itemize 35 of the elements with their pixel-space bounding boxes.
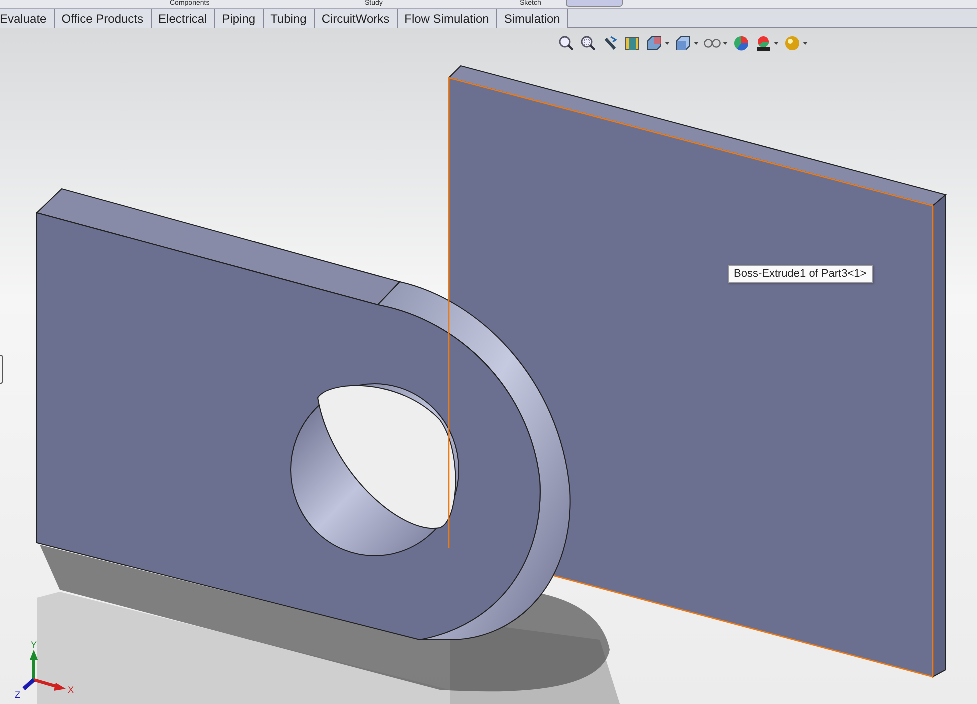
tab[interactable]: Piping — [215, 9, 264, 28]
toolbar-button[interactable] — [624, 35, 641, 52]
appearance-icon — [733, 35, 750, 52]
zoom-area-icon — [580, 35, 597, 52]
axis-label: Y — [31, 640, 38, 650]
caret-icon[interactable] — [803, 42, 808, 45]
toolbar-button[interactable] — [755, 35, 779, 52]
section-icon — [624, 35, 641, 52]
y-axis-arrow — [30, 650, 38, 680]
toolbar-button[interactable] — [675, 35, 699, 52]
tab[interactable]: Office Products — [54, 9, 152, 28]
zoom-icon — [558, 35, 575, 52]
orientation-icon — [646, 35, 663, 52]
caret-icon[interactable] — [774, 42, 779, 45]
toolbar-button[interactable] — [580, 35, 597, 52]
tab[interactable]: CircuitWorks — [314, 9, 398, 28]
axis-label: X — [68, 685, 74, 695]
axis-label: Z — [15, 690, 20, 700]
toolbar-button[interactable] — [558, 35, 575, 52]
lights-icon — [784, 35, 801, 52]
previous-icon — [602, 35, 619, 52]
toolbar-button[interactable] — [646, 35, 670, 52]
tooltip: Boss-Extrude1 of Part3<1> — [728, 265, 873, 283]
tab[interactable]: Evaluate — [0, 9, 55, 28]
display-icon — [675, 35, 692, 52]
tab[interactable]: Tubing — [264, 9, 315, 28]
toolbar-button[interactable] — [602, 35, 619, 52]
tab[interactable]: Flow Simulation — [398, 9, 498, 28]
scene-icon — [755, 35, 772, 52]
x-axis-arrow — [34, 678, 66, 691]
caret-icon[interactable] — [723, 42, 728, 45]
caret-icon[interactable] — [665, 42, 670, 45]
tab[interactable]: Simulation — [497, 9, 568, 28]
tab[interactable]: Electrical — [152, 9, 216, 28]
caret-icon[interactable] — [694, 42, 699, 45]
